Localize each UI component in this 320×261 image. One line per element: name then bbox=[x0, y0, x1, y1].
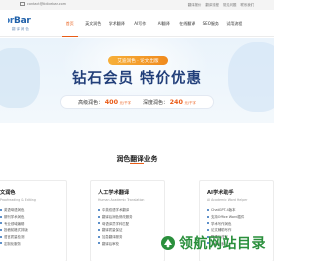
nav-english-editing[interactable]: 英文润色 bbox=[82, 10, 106, 37]
bullet-dot-icon bbox=[0, 228, 2, 231]
banner-headline: 钻石会员 特价优惠 bbox=[71, 71, 203, 87]
nav-online-translation[interactable]: 在线翻译 bbox=[176, 10, 200, 37]
card-list-item[interactable]: 期刊学术润色 bbox=[0, 213, 59, 220]
card-list-item[interactable]: 翻译质量保证 bbox=[98, 227, 157, 234]
promo-banner[interactable]: 艾迪润色 · 论文出版 钻石会员 特价优惠 高级润色： 400 元/千字 深度润… bbox=[0, 38, 274, 123]
card-item-text: 中英双语学术翻译 bbox=[102, 208, 130, 213]
bullet-dot-icon bbox=[207, 228, 209, 231]
card-translation[interactable]: 人工学术翻译 Human Academic Translation 中英双语学术… bbox=[90, 180, 165, 261]
bullet-dot-icon bbox=[98, 228, 100, 231]
card-item-text: ChatGPT-4版本 bbox=[211, 208, 236, 213]
card-list: 英语母语润色 期刊学术润色 专业领域编辑 投稿前格式排版 语言质量检测 定制化服… bbox=[0, 207, 59, 247]
site-header: orBar 翻 译 润 色 首页 英文润色 学术翻译 AI写作 AI翻译 在线翻… bbox=[0, 10, 274, 37]
top-link-contact[interactable]: 联系我们 bbox=[240, 2, 254, 7]
bullet-dot-icon bbox=[98, 235, 100, 238]
card-item-text: 投稿前格式排版 bbox=[4, 228, 28, 233]
banner-prices: 高级润色： 400 元/千字 深度润色： 240 元/千字 bbox=[60, 95, 214, 109]
bullet-dot-icon bbox=[0, 242, 2, 245]
card-item-text: 加急翻译服务 bbox=[102, 235, 123, 240]
card-list: 中英双语学术翻译 翻译后润色修改服务 母语译员学科匹配 翻译质量保证 加急翻译服… bbox=[98, 207, 157, 247]
nav-ai-translation[interactable]: AI翻译 bbox=[152, 10, 176, 37]
card-subtitle: Proofreading & Editing bbox=[0, 197, 36, 202]
banner-pill: 艾迪润色 · 论文出版 bbox=[108, 56, 168, 65]
card-item-text: 翻译质量保证 bbox=[102, 228, 123, 233]
price-deep: 深度润色： 240 元/千字 bbox=[143, 98, 196, 106]
bullet-dot-icon bbox=[98, 208, 100, 211]
bullet-dot-icon bbox=[98, 222, 100, 225]
nav-home[interactable]: 首页 bbox=[58, 10, 82, 37]
watermark-logo-icon bbox=[161, 236, 175, 250]
price-advanced-unit: 元/千字 bbox=[119, 101, 131, 105]
logo-subtitle: 翻 译 润 色 bbox=[12, 27, 29, 31]
main-nav: 首页 英文润色 学术翻译 AI写作 AI翻译 在线翻译 SEO服务 试用流程 bbox=[58, 10, 246, 37]
bullet-dot-icon bbox=[98, 242, 100, 245]
card-item-text: 学术写作润色 bbox=[211, 221, 232, 226]
card-title: 文润色 bbox=[0, 190, 16, 196]
card-list-item[interactable]: 中英双语学术翻译 bbox=[98, 207, 157, 214]
card-subtitle: AI Academic Word Helper bbox=[207, 197, 248, 202]
mail-icon bbox=[20, 2, 25, 6]
top-link-faq[interactable]: 常见问题 bbox=[223, 2, 237, 7]
card-list-item[interactable]: 加急翻译服务 bbox=[98, 233, 157, 240]
bullet-dot-icon bbox=[0, 222, 2, 225]
card-list-item[interactable]: 英语母语润色 bbox=[0, 207, 59, 214]
card-list-item[interactable]: 语言质量检测 bbox=[0, 233, 59, 240]
card-item-text: 母语译员学科匹配 bbox=[102, 221, 130, 226]
bullet-dot-icon bbox=[0, 215, 2, 218]
card-item-text: 专业领域编辑 bbox=[4, 221, 25, 226]
bullet-dot-icon bbox=[98, 215, 100, 218]
card-title: 人工学术翻译 bbox=[98, 190, 130, 196]
card-item-text: 英语母语润色 bbox=[4, 208, 25, 213]
top-link-quote[interactable]: 翻译报价 bbox=[188, 2, 202, 7]
price-advanced: 高级润色： 400 元/千字 bbox=[78, 98, 131, 106]
logo-brand: orBar bbox=[8, 16, 31, 26]
contact-email-text: contact@tidicebar.com bbox=[27, 2, 67, 6]
section-title-underline bbox=[130, 163, 144, 165]
bullet-dot-icon bbox=[207, 222, 209, 225]
card-list-item[interactable]: 母语译员学科匹配 bbox=[98, 220, 157, 227]
bullet-dot-icon bbox=[207, 208, 209, 211]
price-advanced-value: 400 bbox=[104, 98, 119, 106]
contact-email[interactable]: contact@tidicebar.com bbox=[20, 2, 66, 6]
card-item-text: 翻译后审校 bbox=[102, 241, 119, 246]
card-list-item[interactable]: ChatGPT-4版本 bbox=[207, 207, 266, 214]
nav-trial-process[interactable]: 试用流程 bbox=[223, 10, 247, 37]
bullet-dot-icon bbox=[207, 215, 209, 218]
bullet-dot-icon bbox=[0, 235, 2, 238]
card-subtitle: Human Academic Translation bbox=[98, 197, 145, 202]
bullet-dot-icon bbox=[0, 208, 2, 211]
price-deep-value: 240 bbox=[169, 98, 183, 106]
card-item-text: 支持Office Word插件 bbox=[211, 215, 245, 220]
card-list-item[interactable]: 专业领域编辑 bbox=[0, 220, 59, 227]
card-editing[interactable]: 文润色 Proofreading & Editing 英语母语润色 期刊学术润色… bbox=[0, 180, 67, 261]
price-deep-label: 深度润色： bbox=[143, 100, 169, 106]
card-list-item[interactable]: 定制化服务 bbox=[0, 240, 59, 247]
top-link-process[interactable]: 翻译流程 bbox=[205, 2, 219, 7]
card-item-text: 期刊学术润色 bbox=[4, 215, 25, 220]
nav-seo-service[interactable]: SEO服务 bbox=[199, 10, 223, 37]
card-list-item[interactable]: 支持Office Word插件 bbox=[207, 213, 266, 220]
section-title: 润色翻译业务 bbox=[116, 155, 158, 163]
logo-text-b: Bar bbox=[14, 16, 31, 26]
card-item-text: 语言质量检测 bbox=[4, 235, 25, 240]
watermark-text: 领航网站目录 bbox=[179, 236, 266, 252]
top-links: 翻译报价 翻译流程 常见问题 联系我们 bbox=[188, 2, 254, 7]
site-logo[interactable]: orBar 翻 译 润 色 bbox=[8, 15, 40, 33]
card-list-item[interactable]: 翻译后审校 bbox=[98, 240, 157, 247]
price-deep-unit: 元/千字 bbox=[184, 101, 196, 105]
card-item-text: 论文辅助写作 bbox=[211, 228, 232, 233]
card-list-item[interactable]: 投稿前格式排版 bbox=[0, 227, 59, 234]
nav-ai-writing[interactable]: AI写作 bbox=[129, 10, 153, 37]
price-advanced-label: 高级润色： bbox=[78, 100, 104, 106]
nav-academic-translation[interactable]: 学术翻译 bbox=[105, 10, 129, 37]
card-item-text: 翻译后润色修改服务 bbox=[102, 215, 133, 220]
card-title: AI学术助手 bbox=[207, 190, 234, 196]
site-watermark: 领航网站目录 bbox=[160, 233, 266, 253]
top-bar: contact@tidicebar.com 翻译报价 翻译流程 常见问题 联系我… bbox=[0, 0, 274, 10]
card-list-item[interactable]: 翻译后润色修改服务 bbox=[98, 213, 157, 220]
card-item-text: 定制化服务 bbox=[4, 241, 21, 246]
card-list-item[interactable]: 学术写作润色 bbox=[207, 220, 266, 227]
